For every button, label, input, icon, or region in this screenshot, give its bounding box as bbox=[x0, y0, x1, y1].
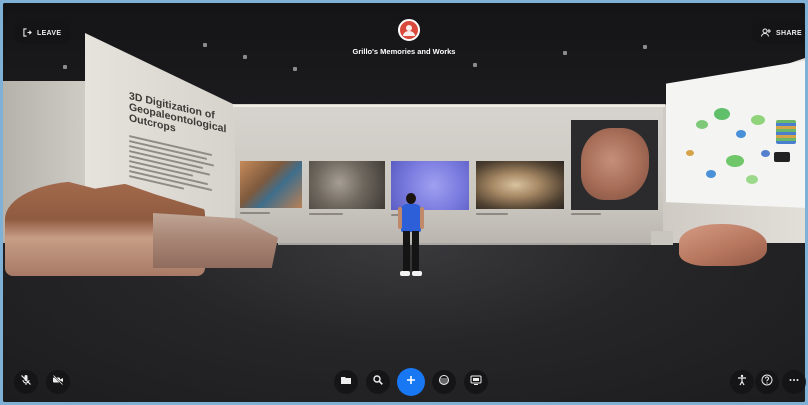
accessibility-button[interactable] bbox=[730, 370, 754, 394]
screen-share-button[interactable] bbox=[464, 370, 488, 394]
help-icon bbox=[761, 373, 773, 391]
emoji-icon bbox=[438, 373, 450, 391]
video-off-icon bbox=[52, 373, 64, 391]
user-avatar-figure[interactable] bbox=[398, 193, 424, 283]
artwork-caption bbox=[240, 212, 270, 214]
artwork-fossil-model[interactable] bbox=[571, 120, 658, 210]
host-avatar[interactable] bbox=[398, 19, 420, 41]
virtual-gallery-viewport[interactable]: 3D Digitization of Geopaleontological Ou… bbox=[3, 3, 805, 402]
info-plaque bbox=[651, 231, 673, 245]
room-title: Grillo's Memories and Works bbox=[352, 47, 456, 56]
mic-off-icon bbox=[20, 373, 32, 391]
avatar-shirt bbox=[401, 204, 421, 232]
artwork-3d-model[interactable] bbox=[476, 161, 564, 209]
more-icon bbox=[788, 373, 800, 391]
rock-specimen-small[interactable] bbox=[679, 224, 767, 266]
artwork-caption bbox=[571, 213, 601, 215]
mic-muted-button[interactable] bbox=[14, 370, 38, 394]
accessibility-icon bbox=[736, 373, 748, 391]
share-user-icon bbox=[761, 28, 771, 39]
help-button[interactable] bbox=[755, 370, 779, 394]
fossil-shape bbox=[581, 128, 649, 200]
ceiling-light-strip bbox=[233, 104, 665, 107]
ceiling-spot bbox=[473, 63, 477, 67]
plus-icon bbox=[405, 373, 417, 391]
avatar-head bbox=[406, 193, 416, 204]
artwork-outcrop-photo[interactable] bbox=[309, 161, 385, 209]
more-button[interactable] bbox=[782, 370, 806, 394]
artwork-caption bbox=[476, 213, 508, 215]
share-label: SHARE bbox=[776, 29, 803, 37]
folder-icon bbox=[340, 373, 352, 391]
share-button[interactable]: SHARE bbox=[751, 22, 805, 44]
ceiling-spot bbox=[293, 67, 297, 71]
search-icon bbox=[372, 373, 384, 391]
camera-off-button[interactable] bbox=[46, 370, 70, 394]
search-button[interactable] bbox=[366, 370, 390, 394]
geological-map-panel[interactable] bbox=[666, 60, 805, 208]
reactions-button[interactable] bbox=[432, 370, 456, 394]
floor-light-strip bbox=[278, 243, 658, 245]
leave-button[interactable]: LEAVE bbox=[13, 22, 72, 44]
artwork-caption bbox=[309, 213, 343, 215]
files-button[interactable] bbox=[334, 370, 358, 394]
leave-icon bbox=[23, 27, 32, 39]
add-button[interactable] bbox=[397, 368, 425, 396]
ceiling-spot bbox=[63, 65, 67, 69]
screen-icon bbox=[470, 373, 482, 391]
leave-label: LEAVE bbox=[37, 29, 62, 37]
artwork-field-photo[interactable] bbox=[240, 161, 302, 208]
